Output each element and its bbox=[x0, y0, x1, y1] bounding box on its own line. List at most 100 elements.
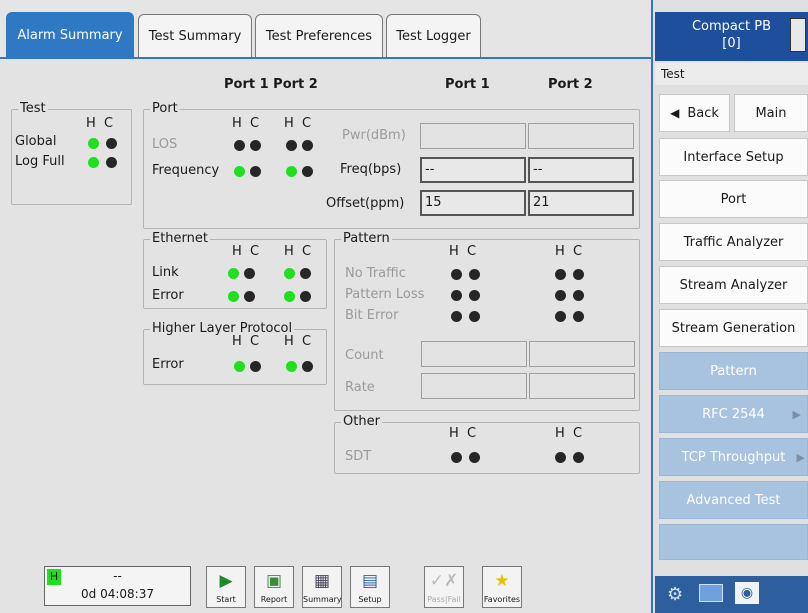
offset-port2-field: 21 bbox=[528, 190, 634, 216]
count-port1-field bbox=[421, 341, 527, 367]
tab-test-summary[interactable]: Test Summary bbox=[138, 14, 252, 58]
ethernet-group: Ethernet H C H C Link Error bbox=[143, 231, 327, 309]
hlp-p1-c-led bbox=[250, 361, 261, 372]
link-p2-c-led bbox=[300, 268, 311, 279]
global-h-led bbox=[88, 138, 99, 149]
interface-setup-button[interactable]: Interface Setup bbox=[659, 138, 808, 176]
port-button[interactable]: Port bbox=[659, 180, 808, 218]
section-title: Test bbox=[655, 63, 808, 85]
hc-header: H C bbox=[232, 116, 260, 131]
hc-header: H C bbox=[284, 116, 312, 131]
network-icon[interactable]: ⚙ bbox=[667, 584, 683, 605]
favorites-label: Favorites bbox=[483, 595, 521, 604]
rate-label: Rate bbox=[345, 380, 375, 395]
main-button[interactable]: Main bbox=[734, 94, 808, 132]
rfc2544-label: RFC 2544 bbox=[702, 406, 765, 422]
pattern-button[interactable]: Pattern bbox=[659, 352, 808, 390]
play-icon: ▶ bbox=[219, 571, 233, 591]
stream-generation-button[interactable]: Stream Generation bbox=[659, 309, 808, 347]
link-p1-c-led bbox=[244, 268, 255, 279]
back-button[interactable]: ◀ Back bbox=[659, 94, 730, 132]
tab-test-preferences[interactable]: Test Preferences bbox=[255, 14, 383, 58]
sdt-label: SDT bbox=[345, 449, 372, 464]
port2-header: Port 2 bbox=[548, 77, 593, 92]
report-label: Report bbox=[260, 595, 288, 604]
other-group-title: Other bbox=[341, 414, 382, 430]
eerr-p2-c-led bbox=[300, 291, 311, 302]
tab-test-logger[interactable]: Test Logger bbox=[386, 14, 481, 58]
tcp-throughput-label: TCP Throughput bbox=[681, 449, 786, 465]
pattern-loss-label: Pattern Loss bbox=[345, 287, 425, 302]
back-arrow-icon: ◀ bbox=[670, 106, 680, 120]
tray-bar: ⚙ ◉ bbox=[655, 576, 808, 613]
camera-icon[interactable]: ◉ bbox=[735, 582, 759, 604]
advanced-test-button[interactable]: Advanced Test bbox=[659, 481, 808, 519]
los-p2-c-led bbox=[302, 140, 313, 151]
count-label: Count bbox=[345, 348, 384, 363]
hc-header: H C bbox=[284, 334, 312, 349]
ethernet-error-label: Error bbox=[152, 288, 184, 303]
start-label: Start bbox=[216, 595, 236, 604]
favorites-button[interactable]: ★ Favorites bbox=[482, 566, 522, 608]
summary-grid-icon: ▦ bbox=[313, 571, 331, 591]
module-subtitle: [0] bbox=[722, 36, 741, 51]
chevron-right-icon: ▶ bbox=[792, 407, 801, 421]
no-traffic-label: No Traffic bbox=[345, 266, 406, 281]
rate-port1-field bbox=[421, 373, 527, 399]
patloss-p2-h-led bbox=[555, 290, 566, 301]
sdt-p1-h-led bbox=[451, 452, 462, 463]
global-c-led bbox=[106, 138, 117, 149]
hc-header: H C bbox=[284, 244, 312, 259]
notraffic-p1-h-led bbox=[451, 269, 462, 280]
count-port2-field bbox=[529, 341, 635, 367]
hlp-p2-h-led bbox=[286, 361, 297, 372]
port-group: Port H C H C LOS Frequency Pwr(dBm) Freq… bbox=[143, 101, 640, 229]
hc-header: H C bbox=[232, 334, 260, 349]
log-full-label: Log Full bbox=[15, 154, 65, 169]
pattern-group-title: Pattern bbox=[341, 231, 392, 247]
logfull-c-led bbox=[106, 157, 117, 168]
test-status-indicator[interactable]: H -- 0d 04:08:37 bbox=[44, 566, 191, 606]
link-label: Link bbox=[152, 265, 179, 280]
keyboard-icon[interactable] bbox=[699, 584, 723, 602]
logfull-h-led bbox=[88, 157, 99, 168]
tab-alarm-summary[interactable]: Alarm Summary bbox=[6, 12, 134, 58]
summary-button[interactable]: ▦ Summary bbox=[302, 566, 342, 608]
setup-button[interactable]: ▤ Setup bbox=[350, 566, 390, 608]
freq-p2-c-led bbox=[302, 166, 313, 177]
module-header[interactable]: Compact PB [0] bbox=[655, 12, 808, 61]
bit-error-label: Bit Error bbox=[345, 308, 399, 323]
notraffic-p2-c-led bbox=[573, 269, 584, 280]
traffic-analyzer-button[interactable]: Traffic Analyzer bbox=[659, 223, 808, 261]
los-p1-h-led bbox=[234, 140, 245, 151]
biterr-p1-h-led bbox=[451, 311, 462, 322]
empty-side-slot bbox=[659, 524, 808, 560]
report-button[interactable]: ▣ Report bbox=[254, 566, 294, 608]
test-group-title: Test bbox=[18, 101, 48, 117]
pass-fail-button[interactable]: ✓✗ Pass|Fail bbox=[424, 566, 464, 608]
freq-port2-field: -- bbox=[528, 157, 634, 183]
link-p2-h-led bbox=[284, 268, 295, 279]
hlp-group-title: Higher Layer Protocol bbox=[150, 321, 295, 337]
patloss-p1-h-led bbox=[451, 290, 462, 301]
link-p1-h-led bbox=[228, 268, 239, 279]
elapsed-time: 0d 04:08:37 bbox=[81, 587, 154, 601]
module-title: Compact PB bbox=[691, 19, 772, 34]
patloss-p1-c-led bbox=[469, 290, 480, 301]
sdt-p1-c-led bbox=[469, 452, 480, 463]
frequency-label: Frequency bbox=[152, 163, 220, 178]
main-panel: Alarm Summary Test Summary Test Preferen… bbox=[0, 0, 651, 613]
tcp-throughput-button[interactable]: TCP Throughput ▶ bbox=[659, 438, 808, 476]
start-button[interactable]: ▶ Start bbox=[206, 566, 246, 608]
rate-port2-field bbox=[529, 373, 635, 399]
pwr-label: Pwr(dBm) bbox=[342, 128, 406, 143]
freq-p1-c-led bbox=[250, 166, 261, 177]
other-group: Other H C H C SDT bbox=[334, 414, 640, 474]
summary-label: Summary bbox=[303, 595, 342, 604]
module-icon bbox=[790, 18, 806, 52]
rfc2544-button[interactable]: RFC 2544 ▶ bbox=[659, 395, 808, 433]
freq-label: Freq(bps) bbox=[340, 162, 402, 177]
star-icon: ★ bbox=[494, 571, 510, 591]
eerr-p1-h-led bbox=[228, 291, 239, 302]
stream-analyzer-button[interactable]: Stream Analyzer bbox=[659, 266, 808, 304]
